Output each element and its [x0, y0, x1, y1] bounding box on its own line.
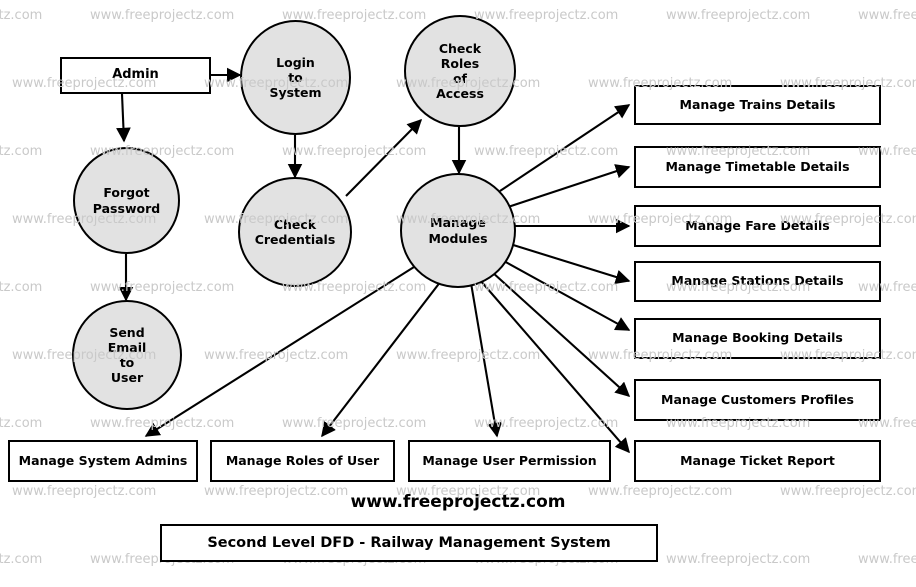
- process-send-email-to-user-label: Send Email to User: [107, 324, 147, 386]
- process-check-credentials[interactable]: Check Credentials: [238, 177, 352, 287]
- store-manage-fare-details[interactable]: Manage Fare Details: [634, 205, 881, 247]
- process-check-roles-of-access-label: Check Roles of Access: [436, 40, 484, 102]
- store-manage-fare-details-label: Manage Fare Details: [685, 217, 830, 233]
- store-manage-ticket-report-label: Manage Ticket Report: [680, 452, 835, 468]
- store-manage-stations-details[interactable]: Manage Stations Details: [634, 261, 881, 302]
- flow-modules-to-user-permission: [469, 282, 503, 438]
- store-manage-user-permission[interactable]: Manage User Permission: [408, 440, 611, 482]
- store-manage-timetable-details-label: Manage Timetable Details: [665, 158, 850, 174]
- store-manage-user-permission-label: Manage User Permission: [422, 452, 597, 468]
- store-manage-customers-profiles[interactable]: Manage Customers Profiles: [634, 379, 881, 421]
- store-manage-booking-details[interactable]: Manage Booking Details: [634, 318, 881, 359]
- diagram-title: Second Level DFD - Railway Management Sy…: [207, 535, 611, 551]
- process-check-credentials-label: Check Credentials: [254, 216, 336, 247]
- process-send-email-to-user[interactable]: Send Email to User: [72, 300, 182, 410]
- store-manage-timetable-details[interactable]: Manage Timetable Details: [634, 146, 881, 188]
- flow-admin-to-forgot-password: [116, 93, 131, 143]
- process-forgot-password[interactable]: Forgot Password: [73, 147, 180, 254]
- flow-modules-to-system-admins: [144, 266, 415, 437]
- entity-admin-label: Admin: [112, 67, 159, 83]
- site-credit: www.freeprojectz.com: [350, 492, 566, 512]
- process-login-to-system-label: Login to System: [269, 54, 322, 101]
- store-manage-trains-details[interactable]: Manage Trains Details: [634, 85, 881, 125]
- store-manage-customers-profiles-label: Manage Customers Profiles: [661, 391, 854, 407]
- flow-modules-to-stations: [509, 242, 631, 285]
- flow-modules-to-trains: [499, 104, 631, 192]
- store-manage-system-admins[interactable]: Manage System Admins: [8, 440, 198, 482]
- flow-modules-to-booking: [501, 259, 631, 331]
- store-manage-ticket-report[interactable]: Manage Ticket Report: [634, 440, 881, 482]
- flow-modules-to-roles-of-user: [321, 280, 442, 438]
- store-manage-roles-of-user-label: Manage Roles of User: [225, 452, 380, 468]
- store-manage-system-admins-label: Manage System Admins: [18, 452, 188, 468]
- flow-credentials-to-roles: [345, 118, 423, 197]
- process-login-to-system[interactable]: Login to System: [240, 20, 351, 135]
- store-manage-trains-details-label: Manage Trains Details: [679, 96, 836, 112]
- store-manage-stations-details-label: Manage Stations Details: [671, 273, 844, 289]
- dfd-canvas: Admin Login to System Check Roles of Access F…: [0, 0, 916, 587]
- process-check-roles-of-access[interactable]: Check Roles of Access: [404, 15, 516, 127]
- diagram-title-box: Second Level DFD - Railway Management Sy…: [160, 524, 658, 562]
- flow-modules-to-ticket-report: [479, 279, 630, 454]
- process-manage-modules[interactable]: Manage Modules: [400, 173, 516, 288]
- store-manage-booking-details-label: Manage Booking Details: [672, 330, 843, 346]
- entity-admin[interactable]: Admin: [60, 57, 211, 94]
- process-manage-modules-label: Manage Modules: [428, 215, 488, 246]
- flow-modules-to-customers: [491, 271, 631, 397]
- store-manage-roles-of-user[interactable]: Manage Roles of User: [210, 440, 395, 482]
- process-forgot-password-label: Forgot Password: [92, 185, 161, 216]
